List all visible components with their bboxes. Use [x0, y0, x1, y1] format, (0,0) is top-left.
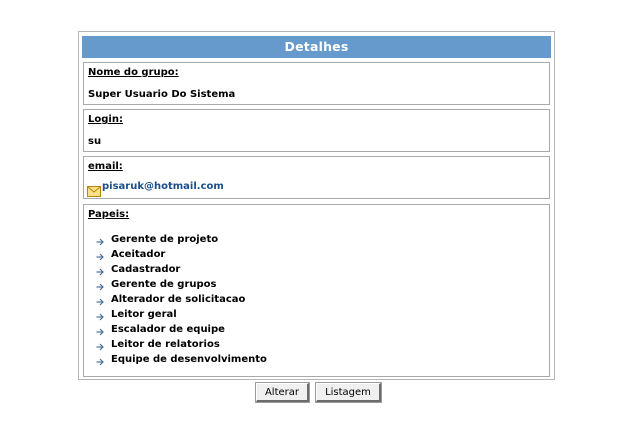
- login-value: su: [88, 136, 102, 147]
- role-item: Equipe de desenvolvimento: [96, 352, 267, 367]
- group-name-value: Super Usuario Do Sistema: [88, 89, 236, 100]
- role-item: Cadastrador: [96, 262, 267, 277]
- role-item: Alterador de solicitacao: [96, 292, 267, 307]
- email-section: email: pisaruk@hotmail.com: [83, 156, 550, 199]
- group-name-label: Nome do grupo:: [88, 67, 179, 78]
- roles-list: Gerente de projeto Aceitador Cadastrador Ge…: [96, 232, 267, 367]
- arrow-right-icon: [96, 266, 104, 275]
- alterar-button[interactable]: Alterar: [255, 382, 310, 403]
- login-label: Login:: [88, 114, 123, 125]
- role-label: Gerente de projeto: [111, 234, 219, 245]
- role-item: Gerente de grupos: [96, 277, 267, 292]
- email-label: email:: [88, 161, 123, 172]
- role-item: Gerente de projeto: [96, 232, 267, 247]
- arrow-right-icon: [96, 311, 104, 320]
- role-item: Leitor de relatorios: [96, 337, 267, 352]
- arrow-right-icon: [96, 326, 104, 335]
- role-label: Gerente de grupos: [111, 279, 217, 290]
- roles-label: Papeis:: [88, 209, 130, 220]
- details-panel: Detalhes Nome do grupo: Super Usuario Do…: [78, 31, 555, 380]
- role-label: Leitor geral: [111, 309, 177, 320]
- panel-title: Detalhes: [82, 36, 551, 58]
- role-item: Leitor geral: [96, 307, 267, 322]
- email-row: pisaruk@hotmail.com: [87, 181, 224, 197]
- role-item: Aceitador: [96, 247, 267, 262]
- group-name-section: Nome do grupo: Super Usuario Do Sistema: [83, 62, 550, 105]
- listagem-button[interactable]: Listagem: [315, 382, 382, 403]
- arrow-right-icon: [96, 341, 104, 350]
- arrow-right-icon: [96, 296, 104, 305]
- role-label: Escalador de equipe: [111, 324, 225, 335]
- role-label: Equipe de desenvolvimento: [111, 354, 267, 365]
- envelope-icon: [87, 182, 101, 197]
- arrow-right-icon: [96, 236, 104, 245]
- roles-section: Papeis: Gerente de projeto Aceitador Cadas…: [83, 204, 550, 377]
- role-label: Cadastrador: [111, 264, 181, 275]
- role-label: Aceitador: [111, 249, 166, 260]
- arrow-right-icon: [96, 251, 104, 260]
- arrow-right-icon: [96, 281, 104, 290]
- arrow-right-icon: [96, 356, 104, 365]
- email-link[interactable]: pisaruk@hotmail.com: [102, 181, 224, 193]
- login-section: Login: su: [83, 109, 550, 152]
- role-item: Escalador de equipe: [96, 322, 267, 337]
- role-label: Leitor de relatorios: [111, 339, 220, 350]
- role-label: Alterador de solicitacao: [111, 294, 246, 305]
